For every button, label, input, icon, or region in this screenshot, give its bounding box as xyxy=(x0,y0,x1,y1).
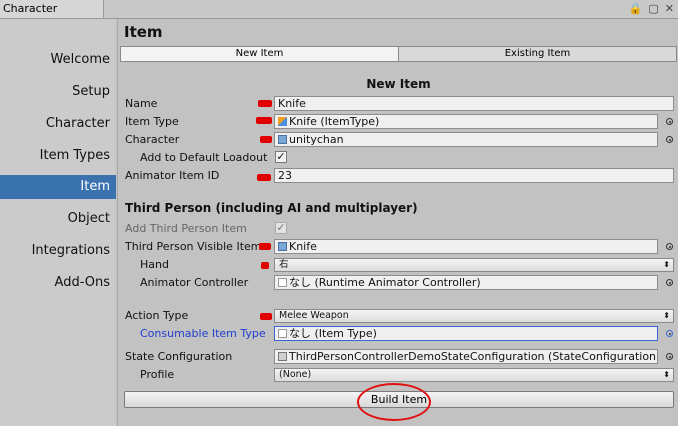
object-picker-icon[interactable] xyxy=(666,330,673,337)
hand-value: 右 xyxy=(279,259,289,270)
window-titlebar: Character Manager 🔒 ▢ ✕ xyxy=(0,0,678,33)
third-person-title: Third Person (including AI and multiplay… xyxy=(125,201,418,215)
sidebar-item-setup[interactable]: Setup xyxy=(0,80,110,104)
red-marker xyxy=(258,100,272,107)
red-marker xyxy=(261,262,269,269)
hand-dropdown[interactable]: 右 ⬍ xyxy=(274,258,674,272)
add-third-person-item-label: Add Third Person Item xyxy=(125,222,247,235)
scriptable-object-icon xyxy=(278,352,287,361)
gameobject-icon xyxy=(278,242,287,251)
state-configuration-field[interactable]: ThirdPersonControllerDemoStateConfigurat… xyxy=(274,349,658,364)
sidebar: Welcome Setup Character Item Types Item … xyxy=(0,19,116,426)
tp-visible-item-field[interactable]: Knife xyxy=(274,239,658,254)
profile-dropdown[interactable]: (None) ⬍ xyxy=(274,368,674,382)
sidebar-item-add-ons[interactable]: Add-Ons xyxy=(0,271,110,295)
action-type-label: Action Type xyxy=(125,309,189,322)
character-label: Character xyxy=(125,133,180,146)
red-circle-annotation xyxy=(357,383,431,421)
red-marker xyxy=(257,174,271,181)
item-mode-tabs: New Item Existing Item xyxy=(120,46,677,62)
close-icon[interactable]: ✕ xyxy=(665,2,674,15)
lock-icon[interactable]: 🔒 xyxy=(629,2,643,15)
animator-controller-field[interactable]: なし (Runtime Animator Controller) xyxy=(274,275,658,290)
gameobject-icon xyxy=(278,135,287,144)
item-type-field[interactable]: Knife (ItemType) xyxy=(274,114,658,129)
add-default-loadout-label: Add to Default Loadout xyxy=(140,151,268,164)
sidebar-item-integrations[interactable]: Integrations xyxy=(0,239,110,263)
animator-controller-label: Animator Controller xyxy=(140,276,249,289)
window-title-tab[interactable]: Character Manager xyxy=(0,0,104,33)
sidebar-item-item[interactable]: Item xyxy=(0,175,116,199)
dropdown-arrow-icon: ⬍ xyxy=(663,260,670,269)
section-title-new-item: New Item xyxy=(366,77,431,91)
object-picker-icon[interactable] xyxy=(666,353,673,360)
sidebar-item-item-types[interactable]: Item Types xyxy=(0,144,110,168)
sidebar-item-object[interactable]: Object xyxy=(0,207,110,231)
main-panel: Item New Item Existing Item New Item Nam… xyxy=(117,19,678,426)
state-configuration-value: ThirdPersonControllerDemoStateConfigurat… xyxy=(289,350,658,363)
tp-visible-item-value: Knife xyxy=(289,240,317,253)
maximize-icon[interactable]: ▢ xyxy=(648,2,658,15)
action-type-value: Melee Weapon xyxy=(279,310,349,321)
tp-visible-item-label: Third Person Visible Item xyxy=(125,240,262,253)
consumable-item-type-label: Consumable Item Type xyxy=(140,327,266,340)
animator-item-id-label: Animator Item ID xyxy=(125,169,220,182)
animator-controller-value: なし (Runtime Animator Controller) xyxy=(289,276,481,289)
item-type-icon xyxy=(278,117,287,126)
object-picker-icon[interactable] xyxy=(666,136,673,143)
asset-icon xyxy=(278,329,287,338)
sidebar-item-welcome[interactable]: Welcome xyxy=(0,48,110,72)
add-third-person-item-checkbox: ✓ xyxy=(275,221,287,234)
consumable-item-type-value: なし (Item Type) xyxy=(289,327,377,340)
object-picker-icon[interactable] xyxy=(666,118,673,125)
object-picker-icon[interactable] xyxy=(666,279,673,286)
animator-item-id-field[interactable]: 23 xyxy=(274,168,674,183)
item-type-value: Knife (ItemType) xyxy=(289,115,380,128)
name-label: Name xyxy=(125,97,158,110)
page-title: Item xyxy=(124,23,163,41)
action-type-dropdown[interactable]: Melee Weapon ⬍ xyxy=(274,309,674,323)
profile-value: (None) xyxy=(279,369,312,380)
profile-label: Profile xyxy=(140,368,175,381)
add-default-loadout-checkbox[interactable]: ✓ xyxy=(275,151,287,163)
dropdown-arrow-icon: ⬍ xyxy=(663,370,670,379)
tab-new-item[interactable]: New Item xyxy=(121,47,399,61)
consumable-item-type-field[interactable]: なし (Item Type) xyxy=(274,326,658,341)
object-picker-icon[interactable] xyxy=(666,243,673,250)
red-marker xyxy=(259,243,271,250)
asset-icon xyxy=(278,278,287,287)
item-type-label: Item Type xyxy=(125,115,179,128)
red-marker xyxy=(260,136,272,143)
red-marker xyxy=(256,117,272,124)
sidebar-item-character[interactable]: Character xyxy=(0,112,110,136)
tab-existing-item[interactable]: Existing Item xyxy=(399,47,676,61)
name-field[interactable]: Knife xyxy=(274,96,674,111)
red-marker xyxy=(260,313,272,320)
dropdown-arrow-icon: ⬍ xyxy=(663,311,670,320)
hand-label: Hand xyxy=(140,258,169,271)
state-configuration-label: State Configuration xyxy=(125,350,233,363)
character-value: unitychan xyxy=(289,133,344,146)
character-field[interactable]: unitychan xyxy=(274,132,658,147)
